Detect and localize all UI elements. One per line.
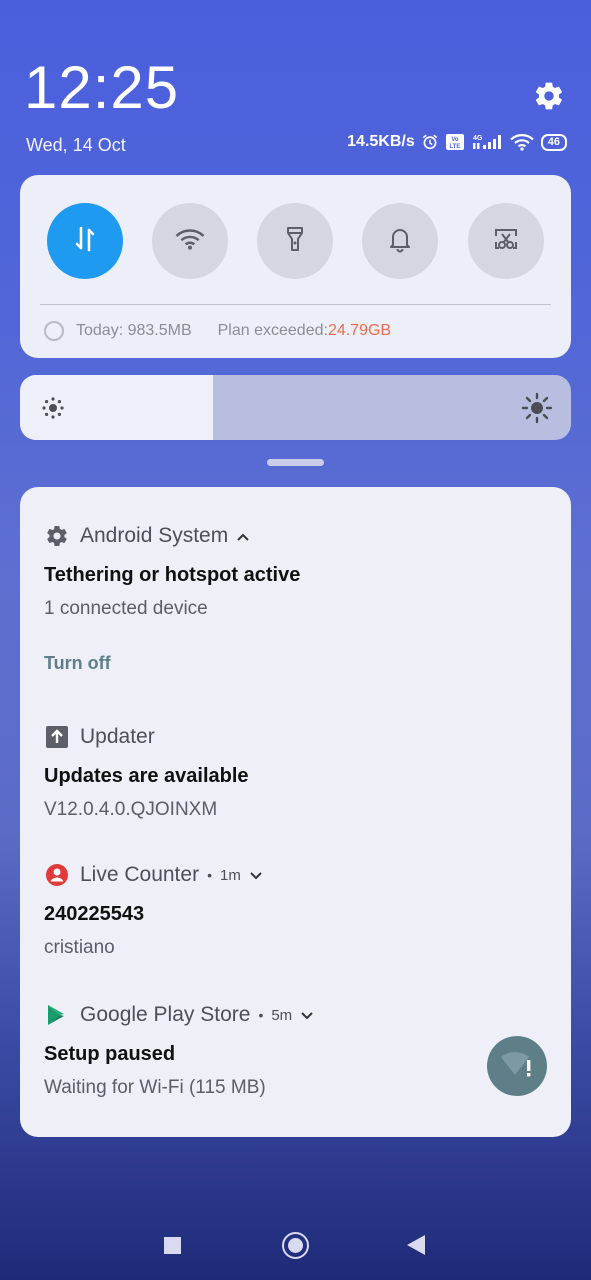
data-arrows-icon (70, 224, 100, 259)
notification-body: cristiano (44, 937, 115, 958)
notifications-panel: Android System Tethering or hotspot acti… (20, 487, 571, 1137)
settings-gear-icon[interactable] (533, 80, 565, 112)
flashlight-icon (282, 225, 308, 258)
brightness-slider[interactable] (20, 375, 571, 440)
wifi-icon (509, 133, 535, 151)
notification-time: 1m (219, 866, 241, 884)
divider (40, 304, 551, 305)
usage-today: Today: 983.5MB (76, 322, 192, 339)
separator-dot: • (258, 1007, 264, 1023)
plan-value: 24.79GB (327, 322, 392, 339)
brightness-high-icon (521, 392, 553, 429)
notification-header[interactable]: Android System (44, 523, 250, 549)
flashlight-toggle[interactable] (257, 203, 333, 279)
app-name: Google Play Store (80, 1003, 251, 1026)
app-name: Android System (80, 524, 229, 547)
wifi-alert-button[interactable] (487, 1036, 547, 1096)
chevron-down-icon[interactable] (300, 1003, 314, 1027)
notification-body: Waiting for Wi-Fi (115 MB) (44, 1077, 266, 1098)
notification-title: 240225543 (44, 903, 145, 925)
clock[interactable]: 12:25 (24, 58, 179, 118)
svg-text:4G: 4G (473, 135, 483, 142)
recents-button[interactable] (164, 1237, 181, 1254)
status-bar: 14.5KB/s Vo LTE 4G 46 (347, 133, 567, 151)
notification-header[interactable]: Live Counter • 1m (44, 862, 263, 888)
alarm-icon (421, 133, 439, 151)
usage-ring-icon (44, 321, 64, 341)
update-arrow-icon (44, 724, 70, 750)
quick-settings-panel: Today: 983.5MB Plan exceeded: 24.79GB (20, 175, 571, 358)
bell-icon (387, 225, 413, 258)
turn-off-button[interactable]: Turn off (44, 653, 111, 674)
app-name: Updater (80, 725, 155, 748)
svg-text:LTE: LTE (449, 144, 460, 150)
volte-icon: Vo LTE (445, 133, 465, 151)
chevron-up-icon[interactable] (236, 524, 250, 548)
4g-signal-icon: 4G (471, 133, 503, 151)
svg-text:Vo: Vo (451, 137, 459, 143)
gear-icon (44, 523, 70, 549)
data-usage-row[interactable]: Today: 983.5MB Plan exceeded: 24.79GB (44, 321, 391, 341)
notification-header[interactable]: Google Play Store • 5m (44, 1002, 314, 1028)
wifi-toggle[interactable] (152, 203, 228, 279)
scissors-icon (492, 226, 520, 257)
plan-label: Plan exceeded: (217, 322, 328, 339)
notification-body: V12.0.4.0.QJOINXM (44, 799, 218, 820)
wifi-icon (174, 227, 206, 256)
person-icon (44, 862, 70, 888)
separator-dot: • (207, 867, 212, 883)
net-speed: 14.5KB/s (347, 133, 415, 150)
wifi-alert-icon (499, 1049, 535, 1084)
home-button[interactable] (282, 1232, 309, 1259)
notification-title: Setup paused (44, 1043, 176, 1065)
play-store-icon (44, 1002, 70, 1028)
notification-title: Tethering or hotspot active (44, 564, 301, 586)
home-icon (288, 1238, 303, 1253)
mobile-data-toggle[interactable] (47, 203, 123, 279)
date[interactable]: Wed, 14 Oct (26, 135, 126, 156)
notification-title: Updates are available (44, 765, 249, 787)
back-button[interactable] (407, 1235, 425, 1255)
notification-header[interactable]: Updater (44, 724, 155, 750)
notification-time: 5m (271, 1006, 293, 1024)
panel-drag-handle[interactable] (267, 459, 324, 466)
chevron-down-icon[interactable] (249, 863, 263, 887)
screenshot-toggle[interactable] (468, 203, 544, 279)
notification-body: 1 connected device (44, 598, 208, 619)
app-name: Live Counter (80, 863, 200, 886)
navigation-bar (0, 1222, 591, 1266)
sound-toggle[interactable] (362, 203, 438, 279)
brightness-low-icon (40, 395, 66, 426)
battery-icon: 46 (540, 133, 567, 151)
